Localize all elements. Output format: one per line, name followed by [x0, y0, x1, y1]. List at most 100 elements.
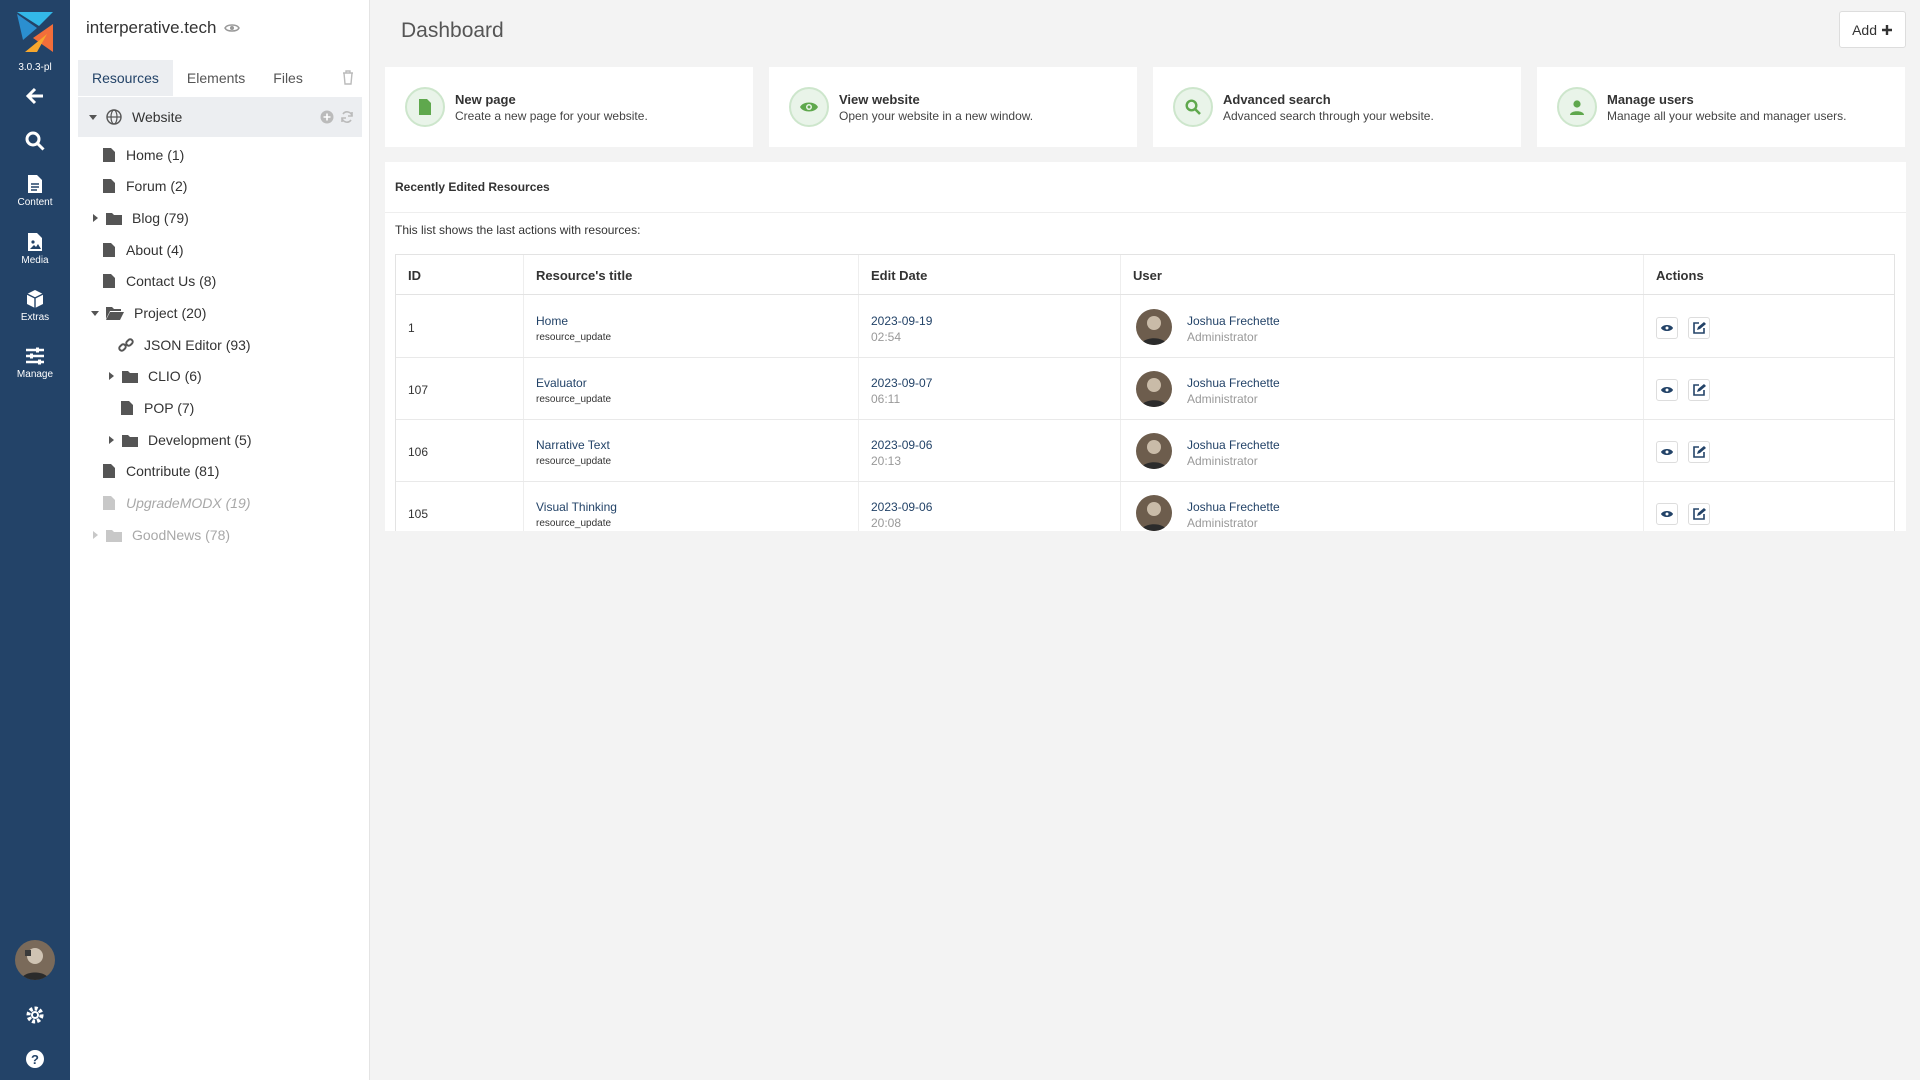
- row-user-link[interactable]: Joshua Frechette: [1187, 500, 1280, 514]
- rail-media-button[interactable]: Media: [0, 232, 70, 266]
- rail-content-button[interactable]: Content: [0, 174, 70, 208]
- row-date: 2023-09-06: [871, 500, 933, 514]
- quick-action-desc: Create a new page for your website.: [455, 108, 648, 123]
- view-button[interactable]: [1656, 441, 1678, 463]
- caret-down-icon[interactable]: [88, 112, 98, 122]
- caret-right-icon[interactable]: [106, 371, 118, 381]
- folder-icon: [122, 435, 138, 447]
- modx-logo-icon[interactable]: [17, 12, 53, 52]
- row-title-link[interactable]: Evaluator: [536, 376, 587, 390]
- caret-right-icon[interactable]: [90, 530, 102, 540]
- tree-node-label: About (4): [126, 242, 184, 258]
- edit-button[interactable]: [1688, 317, 1710, 339]
- row-time: 20:13: [871, 454, 902, 468]
- tree-node-label: Forum (2): [126, 178, 188, 194]
- row-user-link[interactable]: Joshua Frechette: [1187, 438, 1280, 452]
- document-add-icon: [419, 99, 431, 115]
- quick-action-title: Advanced search: [1223, 91, 1331, 107]
- row-time: 06:11: [871, 392, 901, 406]
- eye-icon: [800, 102, 818, 112]
- tree-node-label: POP (7): [144, 400, 195, 416]
- caret-right-icon[interactable]: [90, 213, 102, 223]
- view-button[interactable]: [1656, 503, 1678, 525]
- tree-node-about[interactable]: About (4): [102, 239, 184, 261]
- quick-action-new-page[interactable]: New page Create a new page for your webs…: [385, 67, 753, 147]
- document-icon: [103, 464, 115, 478]
- column-header-id[interactable]: ID: [408, 268, 421, 283]
- column-header-edit-date[interactable]: Edit Date: [871, 268, 927, 283]
- tree-node-project[interactable]: Project (20): [90, 302, 206, 324]
- tree-node-pop[interactable]: POP (7): [120, 397, 194, 419]
- edit-button[interactable]: [1688, 379, 1710, 401]
- add-button[interactable]: Add: [1839, 11, 1906, 48]
- row-user-role: Administrator: [1187, 516, 1258, 530]
- quick-action-advanced-search[interactable]: Advanced search Advanced search through …: [1153, 67, 1521, 147]
- tree-node-forum[interactable]: Forum (2): [102, 175, 187, 197]
- eye-icon: [1661, 325, 1673, 331]
- tree-node-label: UpgradeMODX (19): [126, 495, 251, 511]
- recent-resources-panel: Recently Edited Resources This list show…: [385, 162, 1906, 531]
- user-avatar[interactable]: [15, 940, 55, 980]
- row-user-role: Administrator: [1187, 330, 1258, 344]
- folder-icon: [106, 530, 122, 542]
- user-icon: [1570, 100, 1584, 115]
- search-icon: [1185, 99, 1201, 115]
- tab-resources[interactable]: Resources: [78, 60, 173, 96]
- quick-action-view-website[interactable]: View website Open your website in a new …: [769, 67, 1137, 147]
- tab-files[interactable]: Files: [259, 60, 317, 96]
- column-header-user[interactable]: User: [1133, 268, 1162, 283]
- row-user-link[interactable]: Joshua Frechette: [1187, 314, 1280, 328]
- tree-node-home[interactable]: Home (1): [102, 144, 184, 166]
- version-label: 3.0.3-pl: [18, 62, 52, 73]
- row-user-role: Administrator: [1187, 392, 1258, 406]
- row-title-link[interactable]: Narrative Text: [536, 438, 610, 452]
- column-header-title[interactable]: Resource's title: [536, 268, 632, 283]
- help-button[interactable]: ?: [0, 1049, 70, 1069]
- row-action: resource_update: [536, 332, 612, 343]
- quick-action-manage-users[interactable]: Manage users Manage all your website and…: [1537, 67, 1905, 147]
- tree-node-contribute[interactable]: Contribute (81): [102, 460, 219, 482]
- row-user-link[interactable]: Joshua Frechette: [1187, 376, 1280, 390]
- tree-node-upgrademodx[interactable]: UpgradeMODX (19): [102, 492, 251, 514]
- add-circle-icon[interactable]: [320, 110, 334, 124]
- tab-elements[interactable]: Elements: [173, 60, 259, 96]
- back-button[interactable]: [0, 86, 70, 106]
- row-action: resource_update: [536, 518, 612, 529]
- row-date: 2023-09-07: [871, 376, 933, 390]
- tree-node-label: Contact Us (8): [126, 273, 217, 289]
- view-button[interactable]: [1656, 317, 1678, 339]
- tree-node-development[interactable]: Development (5): [106, 429, 252, 451]
- tree-node-contact-us[interactable]: Contact Us (8): [102, 270, 216, 292]
- refresh-icon[interactable]: [340, 110, 354, 124]
- caret-down-icon[interactable]: [90, 308, 102, 318]
- folder-icon: [106, 213, 122, 225]
- rail-extras-button[interactable]: Extras: [0, 289, 70, 323]
- row-title-link[interactable]: Home: [536, 314, 568, 328]
- row-date: 2023-09-19: [871, 314, 933, 328]
- tree-node-blog[interactable]: Blog (79): [90, 207, 189, 229]
- tree-root-website[interactable]: Website: [78, 97, 362, 137]
- divider: [385, 212, 1906, 213]
- tree-node-json-editor[interactable]: JSON Editor (93): [118, 334, 251, 356]
- tree-node-clio[interactable]: CLIO (6): [106, 365, 202, 387]
- column-header-actions: Actions: [1656, 268, 1704, 283]
- trash-icon[interactable]: [342, 70, 354, 85]
- row-title-link[interactable]: Visual Thinking: [536, 500, 617, 514]
- gear-icon: [26, 1006, 44, 1024]
- edit-button[interactable]: [1688, 441, 1710, 463]
- edit-button[interactable]: [1688, 503, 1710, 525]
- tree-node-goodnews[interactable]: GoodNews (78): [90, 524, 230, 546]
- quick-action-desc: Manage all your website and manager user…: [1607, 108, 1847, 123]
- folder-icon: [122, 371, 138, 383]
- caret-right-icon[interactable]: [106, 435, 118, 445]
- view-button[interactable]: [1656, 379, 1678, 401]
- eye-icon[interactable]: [224, 22, 241, 34]
- settings-button[interactable]: [0, 1005, 70, 1025]
- row-date: 2023-09-06: [871, 438, 933, 452]
- quick-action-title: Manage users: [1607, 91, 1694, 107]
- rail-manage-button[interactable]: Manage: [0, 346, 70, 380]
- sliders-icon: [26, 347, 44, 365]
- row-user-role: Administrator: [1187, 454, 1258, 468]
- search-button[interactable]: [0, 131, 70, 151]
- tree-root-label: Website: [132, 109, 183, 125]
